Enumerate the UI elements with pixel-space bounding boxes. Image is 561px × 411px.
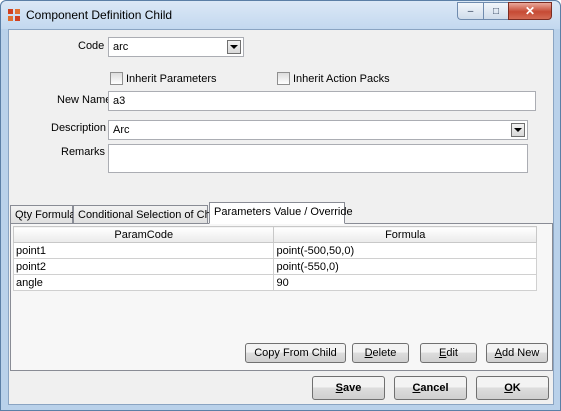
minimize-icon: – (467, 5, 474, 17)
new-name-label: New Name (57, 94, 112, 106)
add-new-button[interactable]: Add New (486, 343, 548, 363)
description-label: Description (51, 122, 107, 134)
close-icon: ✕ (524, 4, 536, 18)
cancel-button[interactable]: Cancel (394, 376, 467, 400)
inherit-parameters-label: Inherit Parameters (126, 73, 217, 85)
tab-qty-formula[interactable]: Qty Formula (10, 205, 76, 224)
chevron-down-icon[interactable] (511, 123, 525, 137)
parameters-tab-panel: ParamCode Formula point1 point(-500,50,0… (10, 223, 553, 371)
table-row[interactable]: point1 point(-500,50,0) (12, 242, 537, 259)
formula-cell[interactable]: point(-500,50,0) (273, 242, 537, 259)
save-button[interactable]: Save (312, 376, 385, 400)
edit-button[interactable]: Edit (420, 343, 477, 363)
grid-header-row: ParamCode Formula (12, 226, 537, 243)
inherit-action-packs-label: Inherit Action Packs (293, 73, 390, 85)
window-title: Component Definition Child (26, 8, 173, 22)
new-name-input[interactable]: a3 (108, 91, 536, 111)
formula-cell[interactable]: 90 (273, 274, 537, 291)
table-row[interactable]: angle 90 (12, 274, 537, 291)
app-icon (8, 9, 20, 21)
button-label-underlined: D (364, 347, 373, 359)
minimize-button[interactable]: – (457, 2, 483, 20)
maximize-button[interactable]: □ (483, 2, 508, 20)
button-label: dit (446, 347, 458, 359)
button-label: K (512, 382, 521, 394)
title-bar[interactable]: Component Definition Child – □ ✕ (1, 1, 560, 29)
caption-buttons: – □ ✕ (457, 2, 552, 20)
copy-from-child-button[interactable]: Copy From Child (245, 343, 346, 363)
code-combobox[interactable]: arc (108, 37, 244, 57)
inherit-parameters-checkbox[interactable] (110, 72, 123, 85)
tab-label: Qty Formula (15, 209, 76, 221)
param-code-cell[interactable]: point1 (12, 242, 275, 259)
maximize-icon: □ (492, 5, 500, 17)
tab-conditional-selection[interactable]: Conditional Selection of Child (73, 205, 222, 224)
param-code-cell[interactable]: point2 (12, 258, 275, 275)
code-label: Code (78, 40, 105, 52)
button-label: ancel (420, 382, 449, 394)
formula-cell[interactable]: point(-550,0) (273, 258, 537, 275)
button-label: dd New (502, 347, 540, 359)
column-header-formula[interactable]: Formula (273, 226, 537, 243)
tab-label: Parameters Value / Override (214, 206, 353, 218)
description-value: Arc (113, 124, 130, 136)
button-label: ave (342, 382, 362, 394)
param-code-cell[interactable]: angle (12, 274, 275, 291)
remarks-textarea[interactable] (108, 144, 528, 173)
parameters-grid: ParamCode Formula point1 point(-500,50,0… (12, 226, 537, 291)
column-header-paramcode[interactable]: ParamCode (12, 226, 275, 243)
tab-label: Conditional Selection of Child (78, 209, 222, 221)
button-label: elete (372, 347, 397, 359)
button-label-underlined: O (504, 382, 513, 394)
description-combobox[interactable]: Arc (108, 120, 528, 140)
button-label: Copy From Child (254, 347, 337, 359)
table-row[interactable]: point2 point(-550,0) (12, 258, 537, 275)
dialog-window: Component Definition Child – □ ✕ Code ar… (0, 0, 561, 411)
button-label-underlined: C (412, 382, 421, 394)
chevron-down-icon[interactable] (227, 40, 241, 54)
dialog-client-area: Code arc Inherit Parameters Inherit Acti… (8, 29, 554, 405)
ok-button[interactable]: OK (476, 376, 549, 400)
inherit-action-packs-checkbox[interactable] (277, 72, 290, 85)
code-value: arc (113, 41, 129, 53)
remarks-label: Remarks (61, 146, 106, 158)
close-button[interactable]: ✕ (508, 2, 552, 20)
tab-parameters-value-override[interactable]: Parameters Value / Override (209, 202, 353, 224)
new-name-value: a3 (113, 95, 126, 107)
button-label-underlined: A (494, 347, 503, 359)
button-label-underlined: E (439, 347, 447, 359)
button-label-underlined: S (335, 382, 343, 394)
delete-button[interactable]: Delete (352, 343, 409, 363)
